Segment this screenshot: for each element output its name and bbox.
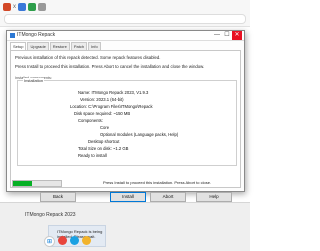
explorer-icon[interactable]: [82, 236, 91, 245]
abort-button[interactable]: Abort: [150, 192, 186, 202]
window-title: ITMongo Repack: [17, 32, 56, 38]
info-line: Components:: [78, 118, 103, 123]
dialog-buttons: Back Install Abort Help: [0, 192, 250, 202]
installation-group: Installation Name: ITMongo Repack 2023, …: [17, 78, 237, 166]
install-button[interactable]: Install: [110, 192, 146, 202]
tab-favicon-blue[interactable]: [18, 3, 26, 11]
installation-group-title: Installation: [23, 78, 45, 83]
chrome-icon[interactable]: [58, 236, 67, 245]
address-bar[interactable]: [4, 14, 246, 24]
edge-icon[interactable]: [70, 236, 79, 245]
info-line: Desktop shortcut: [88, 139, 120, 144]
previous-install-notice: Previous installation of this repack det…: [15, 55, 161, 60]
progress-bar: [12, 180, 62, 187]
dialog-tabs: Setup Upgrade Restore Patch Info: [10, 42, 101, 50]
app-icon: [10, 33, 15, 38]
status-text: Press Install to proceed this installati…: [103, 180, 212, 185]
info-line: Optional modules (Language packs, Help): [100, 132, 179, 137]
info-line: Core: [100, 125, 110, 130]
setup-pane: Previous installation of this repack det…: [10, 50, 241, 188]
installer-window: ITMongo Repack — ☐ ✕ Setup Upgrade Resto…: [6, 30, 245, 192]
tab-favicon-gray[interactable]: [38, 3, 46, 11]
tab-patch[interactable]: Patch: [70, 42, 88, 50]
maximize-button[interactable]: ☐: [222, 31, 232, 40]
tab-restore[interactable]: Restore: [49, 42, 70, 50]
info-line: Location: C:\Program Files\ITMongo\Repac…: [70, 104, 153, 109]
tab-setup[interactable]: Setup: [10, 42, 27, 50]
minimize-button[interactable]: —: [212, 31, 222, 40]
proceed-instructions: Press Install to proceed this installati…: [15, 64, 205, 69]
browser-top-bar: x: [0, 0, 250, 27]
window-titlebar: ITMongo Repack — ☐ ✕: [7, 31, 244, 41]
installation-info: Name: ITMongo Repack 2023, V1.9.3 Versio…: [66, 90, 196, 160]
info-line: Ready to install: [78, 153, 107, 158]
back-button[interactable]: Back: [40, 192, 76, 202]
tab-favicon-red[interactable]: [3, 3, 11, 11]
tab-info[interactable]: Info: [88, 42, 101, 50]
taskbar-icons: ⊞: [44, 236, 91, 247]
help-button[interactable]: Help: [196, 192, 232, 202]
progress-fill: [13, 181, 33, 186]
info-line: Name: ITMongo Repack 2023, V1.9.3: [78, 90, 149, 95]
tab-favicon-green[interactable]: [28, 3, 36, 11]
tab-close-icon[interactable]: x: [13, 3, 16, 11]
taskbar-area: ITMongo Repack 2023 ITMongo Repack is be…: [0, 202, 250, 251]
tab-upgrade[interactable]: Upgrade: [27, 42, 49, 50]
windows-start-icon[interactable]: ⊞: [44, 236, 55, 247]
browser-tab-strip: x: [3, 3, 46, 11]
window-controls: — ☐ ✕: [212, 31, 242, 40]
info-line: Total Size on disk: ~1.2 GB: [78, 146, 129, 151]
taskbar-title: ITMongo Repack 2023: [25, 212, 76, 218]
info-line: Disk space required: ~150 MB: [74, 111, 131, 116]
info-line: Version: 2023.1 (64-bit): [80, 97, 124, 102]
close-button[interactable]: ✕: [232, 31, 242, 40]
